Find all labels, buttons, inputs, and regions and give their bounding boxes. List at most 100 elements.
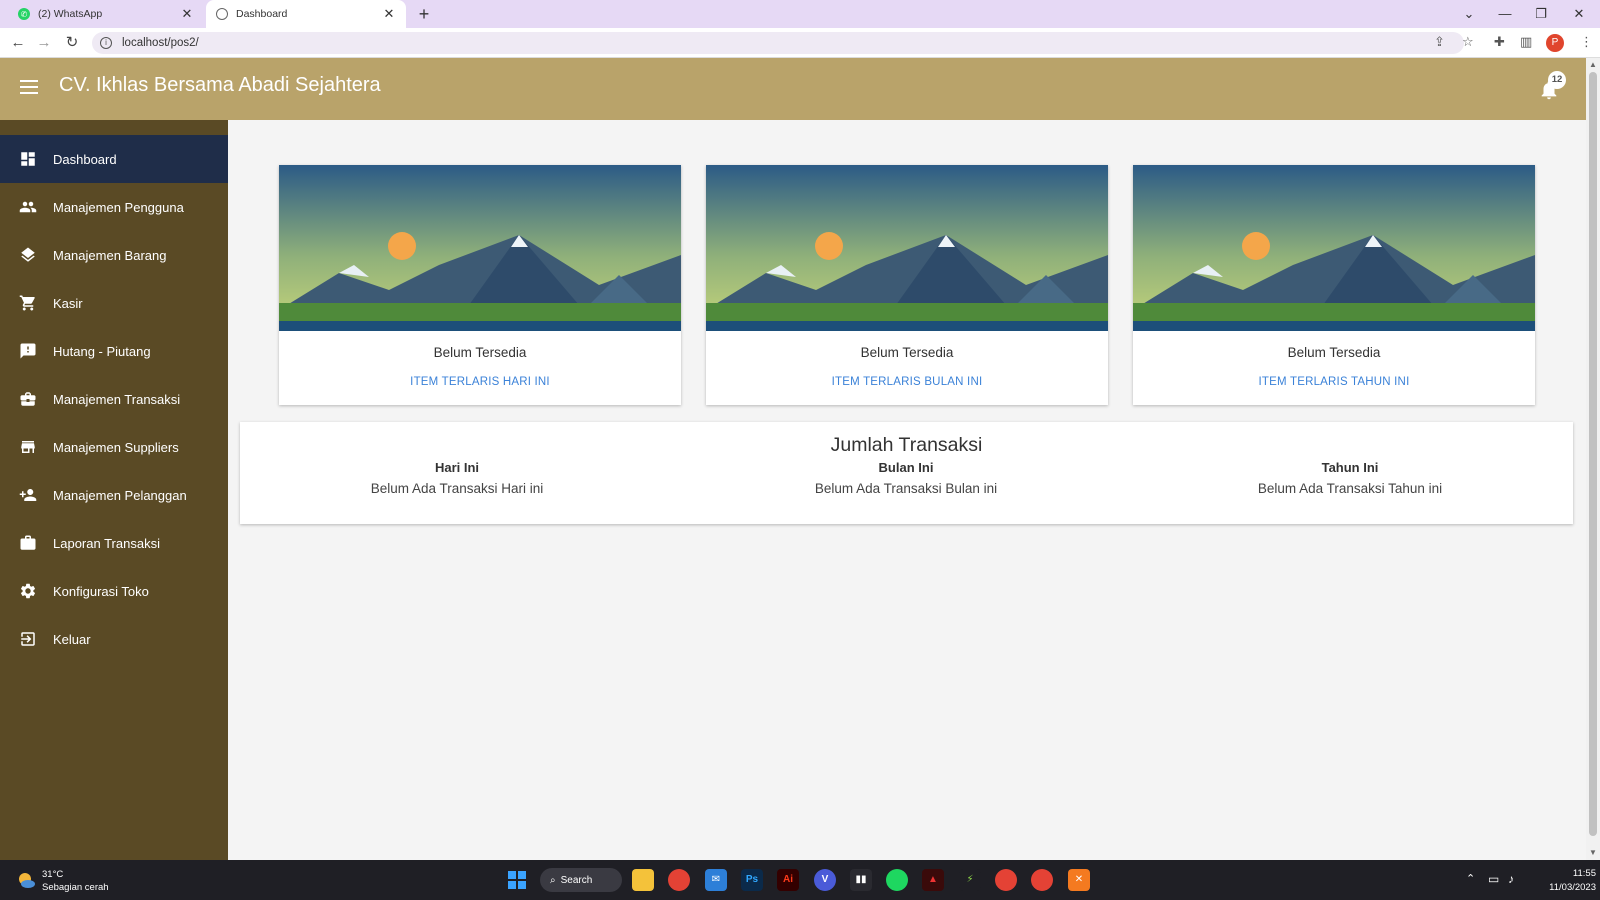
tray-chevron-icon[interactable]: ⌃ [1466,872,1475,885]
card-status-text: Belum Tersedia [860,345,954,360]
game-app-icon[interactable]: ▲ [922,869,944,891]
sidebar-item-hutang-piutang[interactable]: Hutang - Piutang [0,327,228,375]
best-seller-today-card: Belum Tersedia ITEM TERLARIS HARI INI [279,165,681,405]
scroll-down-icon[interactable]: ▼ [1589,848,1597,857]
new-tab-button[interactable]: + [414,4,434,24]
gear-icon [18,581,38,601]
sidebar-item-manajemen-barang[interactable]: Manajemen Barang [0,231,228,279]
transaction-summary-title: Jumlah Transaksi [830,434,983,456]
best-seller-year-link[interactable]: ITEM TERLARIS TAHUN INI [1133,376,1535,388]
briefcase-icon [18,389,38,409]
tab-search-icon[interactable]: ⌄ [1452,4,1486,24]
profile-avatar[interactable]: P [1546,34,1564,52]
tab-whatsapp[interactable]: ✆ (2) WhatsApp ✕ [8,0,204,28]
taskbar-search-button[interactable]: ⌕ Search [540,868,622,892]
transaction-month-heading: Bulan Ini [878,460,934,475]
search-label: Search [560,874,593,886]
sidebar-item-konfigurasi-toko[interactable]: Konfigurasi Toko [0,567,228,615]
sidebar-item-label: Konfigurasi Toko [53,583,149,599]
store-icon [18,437,38,457]
dashboard-icon [18,149,38,169]
card-status-text: Belum Tersedia [433,345,527,360]
best-seller-today-link[interactable]: ITEM TERLARIS HARI INI [279,376,681,388]
sidebar-item-manajemen-pelanggan[interactable]: Manajemen Pelanggan [0,471,228,519]
add-person-icon [18,485,38,505]
sidebar-item-label: Hutang - Piutang [53,343,151,359]
best-seller-month-card: Belum Tersedia ITEM TERLARIS BULAN INI [706,165,1108,405]
sidebar-item-label: Manajemen Transaksi [53,391,181,407]
app-title: CV. Ikhlas Bersama Abadi Sejahtera [59,74,381,96]
sidebar-item-manajemen-pengguna[interactable]: Manajemen Pengguna [0,183,228,231]
chrome-profile-icon[interactable] [995,869,1017,891]
xampp-icon[interactable]: ✕ [1068,869,1090,891]
clock-date[interactable]: 11/03/2023 [1530,882,1596,893]
sidebar-item-manajemen-suppliers[interactable]: Manajemen Suppliers [0,423,228,471]
side-panel-icon[interactable]: ▥ [1520,34,1532,50]
share-icon[interactable]: ⇪ [1434,34,1445,50]
address-bar-row: ← → ↻ i localhost/pos2/ ⇪ ☆ ✚ ▥ ⋮ [0,28,1600,58]
cart-icon [18,293,38,313]
page-scrollbar[interactable]: ▲ ▼ [1586,58,1600,860]
weather-partly-cloudy-icon[interactable] [16,870,36,890]
mountain-landscape-image [706,165,1108,331]
tab-dashboard[interactable]: Dashboard ✕ [206,0,406,28]
transaction-today-value: Belum Ada Transaksi Hari ini [370,481,544,496]
card-status-text: Belum Tersedia [1287,345,1381,360]
reload-icon[interactable]: ↻ [62,34,82,52]
scroll-up-icon[interactable]: ▲ [1589,60,1597,69]
site-info-icon[interactable]: i [100,37,112,49]
spotify-icon[interactable] [886,869,908,891]
sidebar-item-kasir[interactable]: Kasir [0,279,228,327]
close-tab-icon[interactable]: ✕ [382,6,396,22]
bolt-app-icon[interactable]: ⚡ [959,869,981,891]
network-icon[interactable]: ▭ [1488,872,1499,886]
audio-app-icon[interactable]: ▮▮ [850,869,872,891]
weather-description: Sebagian cerah [42,882,109,893]
illustrator-icon[interactable]: Ai [777,869,799,891]
tab-title: Dashboard [236,8,288,20]
volume-icon[interactable]: ♪ [1508,872,1514,886]
mail-icon[interactable]: ✉ [705,869,727,891]
photoshop-icon[interactable]: Ps [741,869,763,891]
sidebar-item-keluar[interactable]: Keluar [0,615,228,663]
transaction-month-value: Belum Ada Transaksi Bulan ini [814,481,998,496]
sidebar-item-laporan-transaksi[interactable]: Laporan Transaksi [0,519,228,567]
sidebar-item-label: Laporan Transaksi [53,535,160,551]
browser-menu-icon[interactable]: ⋮ [1580,34,1593,50]
app-header: CV. Ikhlas Bersama Abadi Sejahtera 12 [0,58,1586,120]
transaction-today: Hari Ini Belum Ada Transaksi Hari ini [277,460,637,496]
scroll-thumb[interactable] [1589,72,1597,836]
sidebar-item-label: Manajemen Suppliers [53,439,179,455]
chrome-icon[interactable] [668,869,690,891]
forward-icon[interactable]: → [34,34,54,52]
globe-icon [216,8,228,20]
chrome-active-icon[interactable] [1031,869,1053,891]
sidebar-item-label: Manajemen Pelanggan [53,487,187,503]
vpn-app-icon[interactable]: V [814,869,836,891]
extensions-icon[interactable]: ✚ [1494,34,1505,50]
close-tab-icon[interactable]: ✕ [180,6,194,22]
bookmark-star-icon[interactable]: ☆ [1462,34,1474,50]
mountain-landscape-image [1133,165,1535,331]
menu-icon[interactable] [20,80,38,94]
windows-start-icon[interactable] [508,871,526,889]
sidebar-item-manajemen-transaksi[interactable]: Manajemen Transaksi [0,375,228,423]
close-window-button[interactable]: ✕ [1562,4,1596,24]
url-input[interactable]: i localhost/pos2/ [92,32,1464,54]
file-explorer-icon[interactable] [632,869,654,891]
minimize-button[interactable]: — [1488,4,1522,24]
sidebar-item-label: Manajemen Pengguna [53,199,184,215]
browser-tab-bar: ✆ (2) WhatsApp ✕ Dashboard ✕ + ⌄ — ❐ ✕ [0,0,1600,28]
users-icon [18,197,38,217]
restore-button[interactable]: ❐ [1524,4,1558,24]
sidebar-item-label: Keluar [53,631,91,647]
back-icon[interactable]: ← [8,34,28,52]
main-content: Belum Tersedia ITEM TERLARIS HARI INI Be… [228,120,1586,860]
clock-time[interactable]: 11:55 [1556,868,1596,879]
transaction-month: Bulan Ini Belum Ada Transaksi Bulan ini [726,460,1086,496]
best-seller-month-link[interactable]: ITEM TERLARIS BULAN INI [706,376,1108,388]
layers-icon [18,245,38,265]
sidebar-item-label: Kasir [53,295,83,311]
sidebar-item-dashboard[interactable]: Dashboard [0,135,228,183]
url-text: localhost/pos2/ [122,37,199,49]
